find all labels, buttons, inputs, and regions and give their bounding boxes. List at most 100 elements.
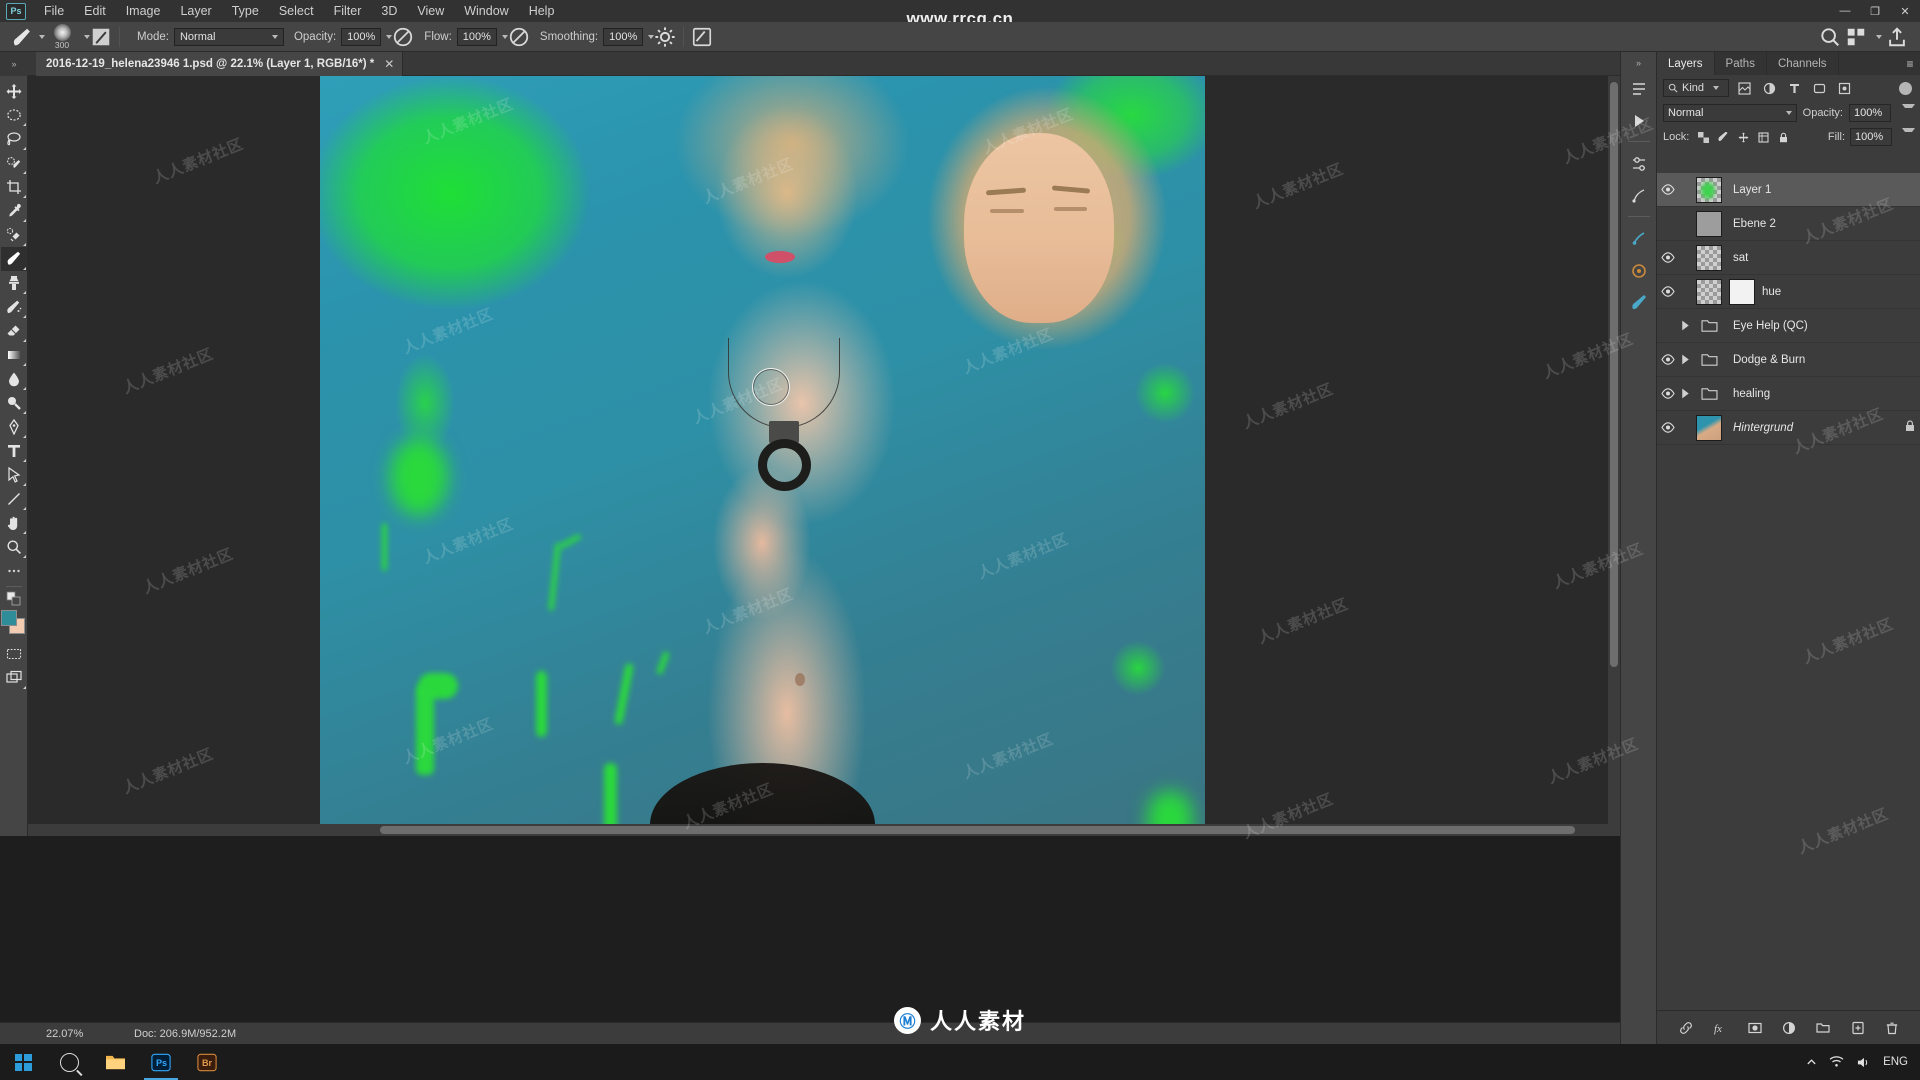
menu-view[interactable]: View (407, 0, 454, 22)
panel-menu-icon[interactable]: ≡ (1899, 52, 1920, 75)
tool-marquee[interactable] (1, 103, 27, 127)
brush-panel-toggle-icon[interactable] (90, 26, 112, 48)
tab-layers[interactable]: Layers (1657, 52, 1715, 75)
filter-enable-toggle[interactable] (1899, 81, 1912, 95)
tab-paths[interactable]: Paths (1715, 52, 1767, 75)
filter-smart-icon[interactable] (1835, 79, 1854, 97)
lock-position-icon[interactable] (1736, 129, 1751, 145)
layer-thumbnail[interactable] (1692, 244, 1726, 271)
menu-type[interactable]: Type (222, 0, 269, 22)
layer-visibility-toggle[interactable] (1657, 354, 1679, 365)
menu-edit[interactable]: Edit (74, 0, 116, 22)
maximize-button[interactable]: ❐ (1860, 0, 1890, 22)
fill-caret-icon[interactable] (1902, 128, 1915, 146)
document-info-value[interactable]: Doc: 206.9M/952.2M (134, 1028, 236, 1040)
group-expand-chevron-icon[interactable] (1679, 353, 1692, 366)
layer-row-ebene-2[interactable]: Ebene 2 (1657, 207, 1920, 241)
canvas-area[interactable] (28, 76, 1620, 836)
layer-visibility-toggle[interactable] (1657, 184, 1679, 195)
filter-shape-icon[interactable] (1810, 79, 1829, 97)
link-layers-icon[interactable] (1676, 1018, 1696, 1038)
layer-opacity-caret-icon[interactable] (1902, 104, 1915, 122)
layer-row-hintergrund[interactable]: Hintergrund (1657, 411, 1920, 445)
menu-layer[interactable]: Layer (170, 0, 221, 22)
taskbar-bridge-icon[interactable]: Br (184, 1044, 230, 1080)
filter-kind-select[interactable]: Kind (1663, 79, 1729, 97)
menu-filter[interactable]: Filter (324, 0, 372, 22)
layer-blend-mode-select[interactable]: Normal (1663, 104, 1797, 122)
workspace-caret-icon[interactable] (1876, 34, 1882, 39)
screen-mode-icon[interactable] (1, 666, 27, 690)
taskbar-search-icon[interactable] (46, 1044, 92, 1080)
close-button[interactable]: ✕ (1890, 0, 1920, 22)
share-icon[interactable] (1886, 26, 1908, 48)
flow-input[interactable]: 100% (456, 27, 497, 46)
scrollbar-thumb[interactable] (380, 826, 1575, 834)
properties-panel-icon[interactable] (1624, 224, 1654, 254)
tool-eyedropper[interactable] (1, 199, 27, 223)
tool-move[interactable] (1, 79, 27, 103)
layer-name[interactable]: hue (1762, 286, 1781, 298)
menu-image[interactable]: Image (116, 0, 171, 22)
tool-line-shape[interactable] (1, 487, 27, 511)
layer-thumbnail[interactable] (1692, 278, 1726, 305)
dock-collapse-arrow[interactable]: » (0, 52, 28, 76)
layer-row-dodge-and-burn[interactable]: Dodge & Burn (1657, 343, 1920, 377)
menu-file[interactable]: File (34, 0, 74, 22)
menu-window[interactable]: Window (454, 0, 518, 22)
styles-panel-icon[interactable] (1624, 181, 1654, 211)
tray-show-hidden-icon[interactable] (1806, 1057, 1817, 1068)
new-adjustment-layer-icon[interactable] (1779, 1018, 1799, 1038)
adjustments-panel-icon[interactable] (1624, 149, 1654, 179)
layer-name[interactable]: sat (1733, 252, 1748, 264)
taskbar-language-indicator[interactable]: ENG (1883, 1056, 1908, 1068)
actions-panel-icon[interactable] (1624, 106, 1654, 136)
tool-eraser[interactable] (1, 319, 27, 343)
layer-visibility-toggle[interactable] (1657, 422, 1679, 433)
lock-image-pixels-icon[interactable] (1716, 129, 1731, 145)
menu-help[interactable]: Help (519, 0, 565, 22)
airbrush-icon[interactable] (508, 26, 530, 48)
layer-name[interactable]: Dodge & Burn (1733, 354, 1805, 366)
canvas-vertical-scrollbar[interactable] (1608, 76, 1620, 836)
layer-visibility-toggle[interactable] (1657, 286, 1679, 297)
new-group-icon[interactable] (1813, 1018, 1833, 1038)
tool-history-brush[interactable] (1, 295, 27, 319)
smoothing-input[interactable]: 100% (603, 27, 644, 46)
pressure-opacity-icon[interactable] (392, 26, 414, 48)
layer-style-fx-icon[interactable]: fx (1710, 1018, 1730, 1038)
layer-row-layer-1[interactable]: Layer 1 (1657, 173, 1920, 207)
artboard-image[interactable] (320, 76, 1205, 836)
tool-healing-brush[interactable] (1, 223, 27, 247)
blend-mode-select[interactable]: Normal (173, 27, 284, 46)
layer-thumbnail[interactable] (1692, 414, 1726, 441)
layer-visibility-toggle[interactable] (1657, 388, 1679, 399)
tool-dodge[interactable] (1, 391, 27, 415)
menu-select[interactable]: Select (269, 0, 324, 22)
filter-pixel-icon[interactable] (1735, 79, 1754, 97)
layer-thumbnail[interactable] (1692, 210, 1726, 237)
taskbar-file-explorer-icon[interactable] (92, 1044, 138, 1080)
document-tab[interactable]: 2016-12-19_helena23946 1.psd @ 22.1% (La… (36, 52, 404, 76)
layer-row-healing[interactable]: healing (1657, 377, 1920, 411)
layer-row-sat[interactable]: sat (1657, 241, 1920, 275)
layer-name[interactable]: Hintergrund (1733, 422, 1793, 434)
layer-name[interactable]: Eye Help (QC) (1733, 320, 1808, 332)
add-layer-mask-icon[interactable] (1745, 1018, 1765, 1038)
lock-artboard-nesting-icon[interactable] (1756, 129, 1771, 145)
delete-layer-trash-icon[interactable] (1882, 1018, 1902, 1038)
layer-thumbnail[interactable] (1692, 176, 1726, 203)
start-button[interactable] (0, 1044, 46, 1080)
tool-brush[interactable] (0, 247, 27, 271)
filter-adjustment-icon[interactable] (1760, 79, 1779, 97)
zoom-level-value[interactable]: 22.07% (46, 1028, 112, 1040)
tool-crop[interactable] (1, 175, 27, 199)
lock-transparent-pixels-icon[interactable] (1696, 129, 1711, 145)
layer-name[interactable]: healing (1733, 388, 1770, 400)
tool-gradient[interactable] (1, 343, 27, 367)
lock-all-icon[interactable] (1776, 129, 1791, 145)
document-tab-close-icon[interactable]: ✕ (384, 58, 394, 70)
default-colors-icon[interactable] (1, 590, 27, 608)
layer-row-hue[interactable]: hue (1657, 275, 1920, 309)
tool-lasso[interactable] (1, 127, 27, 151)
